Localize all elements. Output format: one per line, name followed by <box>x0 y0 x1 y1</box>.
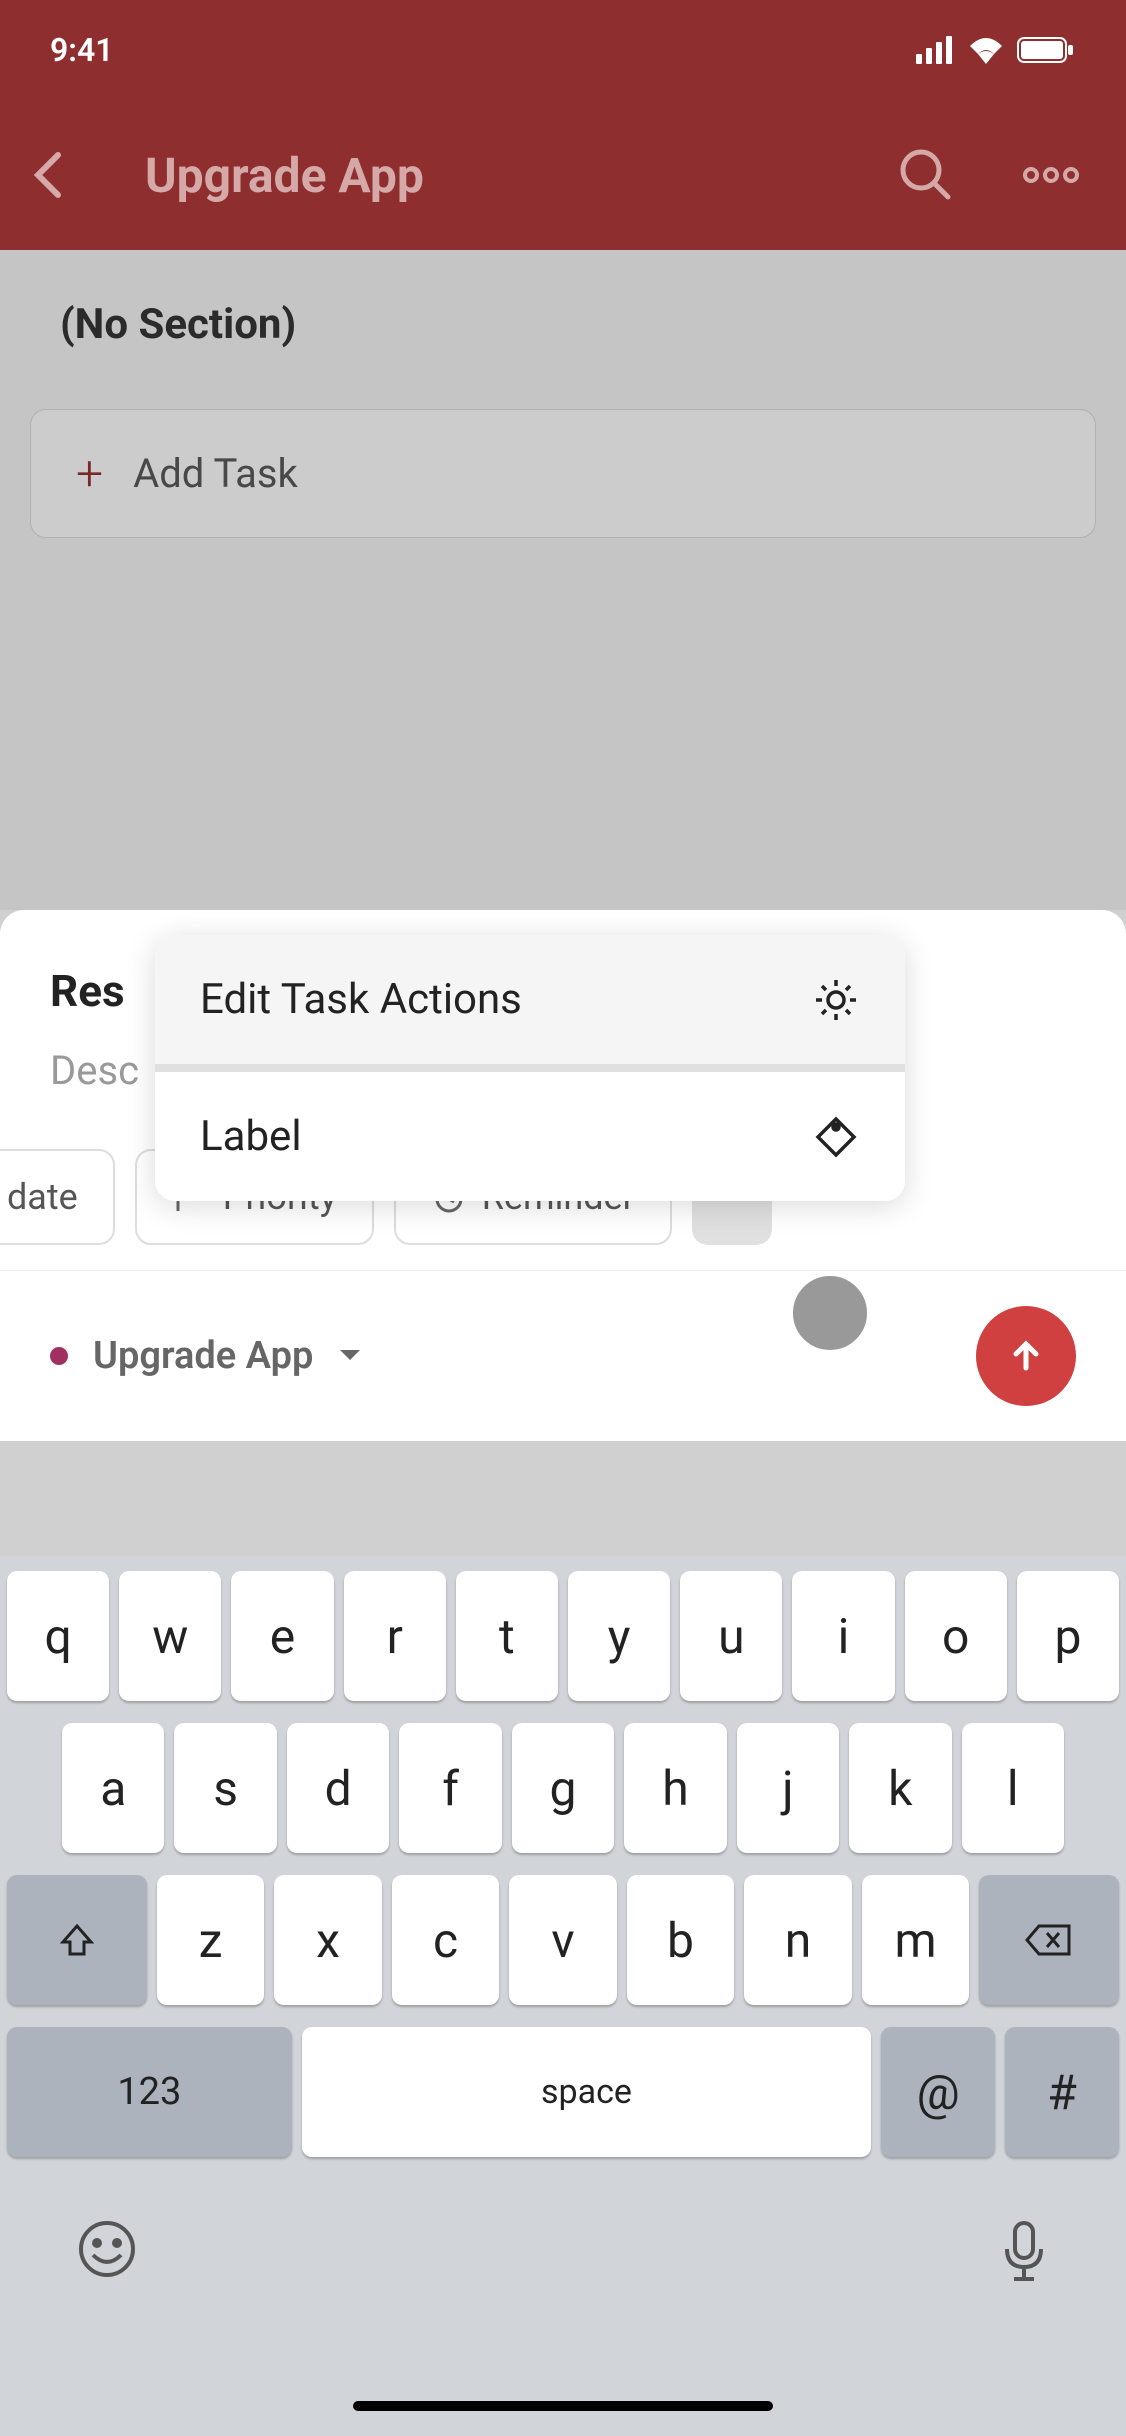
key-shift[interactable] <box>7 1875 147 2005</box>
mic-icon[interactable] <box>999 2219 1049 2284</box>
signal-icon <box>916 36 956 64</box>
keyboard-bottom-row <box>7 2179 1119 2284</box>
key-d[interactable]: d <box>287 1723 389 1853</box>
key-h[interactable]: h <box>624 1723 726 1853</box>
edit-actions-label: Edit Task Actions <box>200 975 522 1024</box>
key-l[interactable]: l <box>962 1723 1064 1853</box>
home-indicator[interactable] <box>353 2401 773 2411</box>
date-chip[interactable]: date <box>0 1149 115 1245</box>
key-m[interactable]: m <box>862 1875 970 2005</box>
project-color-dot <box>50 1347 68 1365</box>
keyboard-row-1: q w e r t y u i o p <box>7 1571 1119 1701</box>
key-c[interactable]: c <box>392 1875 500 2005</box>
key-f[interactable]: f <box>399 1723 501 1853</box>
key-hash[interactable]: # <box>1005 2027 1119 2157</box>
key-s[interactable]: s <box>174 1723 276 1853</box>
key-w[interactable]: w <box>119 1571 221 1701</box>
key-r[interactable]: r <box>344 1571 446 1701</box>
key-a[interactable]: a <box>62 1723 164 1853</box>
key-g[interactable]: g <box>512 1723 614 1853</box>
label-item[interactable]: Label <box>155 1072 905 1201</box>
key-j[interactable]: j <box>737 1723 839 1853</box>
submit-button[interactable] <box>976 1306 1076 1406</box>
key-o[interactable]: o <box>905 1571 1007 1701</box>
battery-icon <box>1016 36 1076 64</box>
tag-icon <box>812 1113 860 1161</box>
keyboard-row-3: z x c v b n m <box>7 1875 1119 2005</box>
status-time: 9:41 <box>50 31 114 69</box>
touch-indicator <box>790 1273 870 1353</box>
key-backspace[interactable] <box>979 1875 1119 2005</box>
key-i[interactable]: i <box>792 1571 894 1701</box>
page-title: Upgrade App <box>95 147 866 204</box>
wifi-icon <box>968 36 1004 64</box>
key-x[interactable]: x <box>274 1875 382 2005</box>
key-v[interactable]: v <box>509 1875 617 2005</box>
back-icon[interactable] <box>30 150 65 200</box>
status-icons <box>916 36 1076 64</box>
key-n[interactable]: n <box>744 1875 852 2005</box>
key-u[interactable]: u <box>680 1571 782 1701</box>
label-label: Label <box>200 1112 302 1161</box>
gear-icon <box>812 976 860 1024</box>
chevron-down-icon <box>338 1348 362 1364</box>
key-p[interactable]: p <box>1017 1571 1119 1701</box>
more-icon[interactable] <box>1016 155 1086 195</box>
date-chip-label: date <box>7 1176 78 1218</box>
key-k[interactable]: k <box>849 1723 951 1853</box>
status-bar: 9:41 <box>0 0 1126 100</box>
search-icon[interactable] <box>896 145 956 205</box>
project-bar: Upgrade App <box>0 1270 1126 1441</box>
key-z[interactable]: z <box>157 1875 265 2005</box>
keyboard-row-4: 123 space @ # <box>7 2027 1119 2157</box>
key-123[interactable]: 123 <box>7 2027 292 2157</box>
header: Upgrade App <box>0 100 1126 250</box>
key-q[interactable]: q <box>7 1571 109 1701</box>
task-actions-popup: Edit Task Actions Label <box>155 935 905 1201</box>
key-y[interactable]: y <box>568 1571 670 1701</box>
shift-icon <box>57 1920 97 1960</box>
project-name: Upgrade App <box>93 1334 313 1378</box>
project-selector[interactable]: Upgrade App <box>50 1334 362 1378</box>
edit-task-actions-item[interactable]: Edit Task Actions <box>155 935 905 1072</box>
key-e[interactable]: e <box>231 1571 333 1701</box>
emoji-icon[interactable] <box>77 2219 137 2279</box>
keyboard-row-2: a s d f g h j k l <box>7 1723 1119 1853</box>
keyboard: q w e r t y u i o p a s d f g h j k l z … <box>0 1556 1126 2436</box>
key-b[interactable]: b <box>627 1875 735 2005</box>
key-t[interactable]: t <box>456 1571 558 1701</box>
arrow-up-icon <box>1006 1336 1046 1376</box>
key-at[interactable]: @ <box>881 2027 995 2157</box>
key-space[interactable]: space <box>302 2027 871 2157</box>
backspace-icon <box>1025 1922 1073 1958</box>
